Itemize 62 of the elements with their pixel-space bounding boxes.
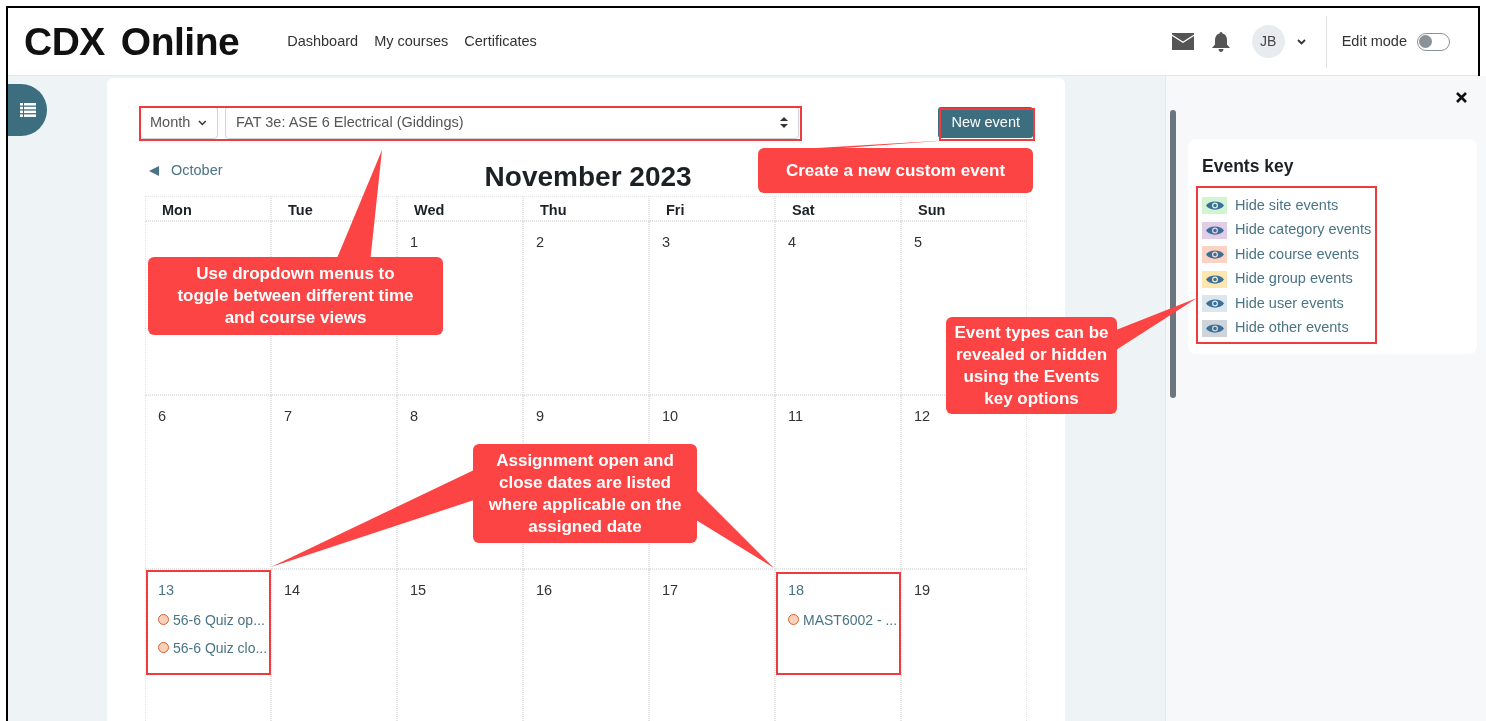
event-dot-icon [158,614,169,626]
day-number: 17 [662,581,679,600]
day-number: 6 [158,407,167,426]
weekday-header: Thu [523,196,649,221]
day-number: 3 [662,233,671,252]
sort-arrows-icon [780,117,788,128]
month-title: November 2023 [484,160,692,194]
event-filter-link[interactable]: Hide category events [1202,217,1463,243]
nav-link[interactable]: My courses [374,30,449,53]
event-filter-link[interactable]: Hide other events [1202,315,1463,341]
card-title: Events key [1202,155,1295,178]
scrollbar[interactable] [1170,110,1176,398]
edit-mode-label: Edit mode [1341,31,1407,51]
weekday-header: Fri [649,196,775,221]
day-number[interactable]: 18 [788,580,805,602]
day-number: 16 [536,581,553,600]
calendar-event[interactable]: 56-6 Quiz op... [158,609,265,630]
day-number: 12 [914,407,931,426]
event-dot-icon [788,614,799,626]
weekday-header: Sun [901,196,1027,221]
drawer-toggle-button[interactable] [8,84,47,136]
weekday-header: Wed [397,196,523,221]
logo-brand[interactable]: CDX [24,22,105,61]
close-icon[interactable] [1456,92,1467,103]
day-number: 15 [410,581,427,600]
day-number: 19 [914,581,931,600]
new-event-button[interactable]: New event [938,107,1033,138]
day-number: 1 [410,233,419,252]
day-number: 8 [410,407,419,426]
weekday-header: Sat [775,196,901,221]
view-select[interactable]: Month [139,106,218,139]
nav-link[interactable]: Certificates [464,30,537,53]
list-icon [19,103,36,117]
event-filter-link[interactable]: Hide course events [1202,242,1463,267]
mail-icon[interactable] [1171,33,1194,50]
bell-icon[interactable] [1211,31,1230,52]
day-number: 5 [914,233,923,252]
edit-mode-switch[interactable] [1417,32,1450,51]
day-number: 14 [284,581,301,600]
event-dot-icon [158,642,169,654]
day-number[interactable]: 13 [158,580,175,602]
calendar-event[interactable]: MAST6002 - ... [788,609,898,630]
day-number: 9 [536,407,545,426]
event-filter-link[interactable]: Hide site events [1202,193,1463,218]
calendar-event[interactable]: 56-6 Quiz clo... [158,637,268,658]
callout-note: Event types can be revealed or hidden using the Events key options [946,317,1117,414]
event-filter-link[interactable]: Hide group events [1202,266,1463,292]
day-number: 11 [788,407,804,426]
day-number: 4 [788,233,797,252]
left-arrow-icon [149,166,159,176]
weekday-header: Mon [145,196,271,221]
event-filter-link[interactable]: Hide user events [1202,291,1463,316]
day-number: 10 [662,407,679,426]
day-number: 7 [284,407,293,426]
logo-product[interactable]: Online [120,22,240,61]
caret-icon [198,119,207,126]
caret-icon[interactable] [1296,38,1306,45]
course-select[interactable]: FAT 3e: ASE 6 Electrical (Giddings) [225,106,799,139]
nav-link[interactable]: Dashboard [287,30,359,53]
previous-month-link[interactable]: October [149,160,223,182]
user-avatar[interactable]: JB [1251,25,1285,58]
day-number: 2 [536,233,545,252]
